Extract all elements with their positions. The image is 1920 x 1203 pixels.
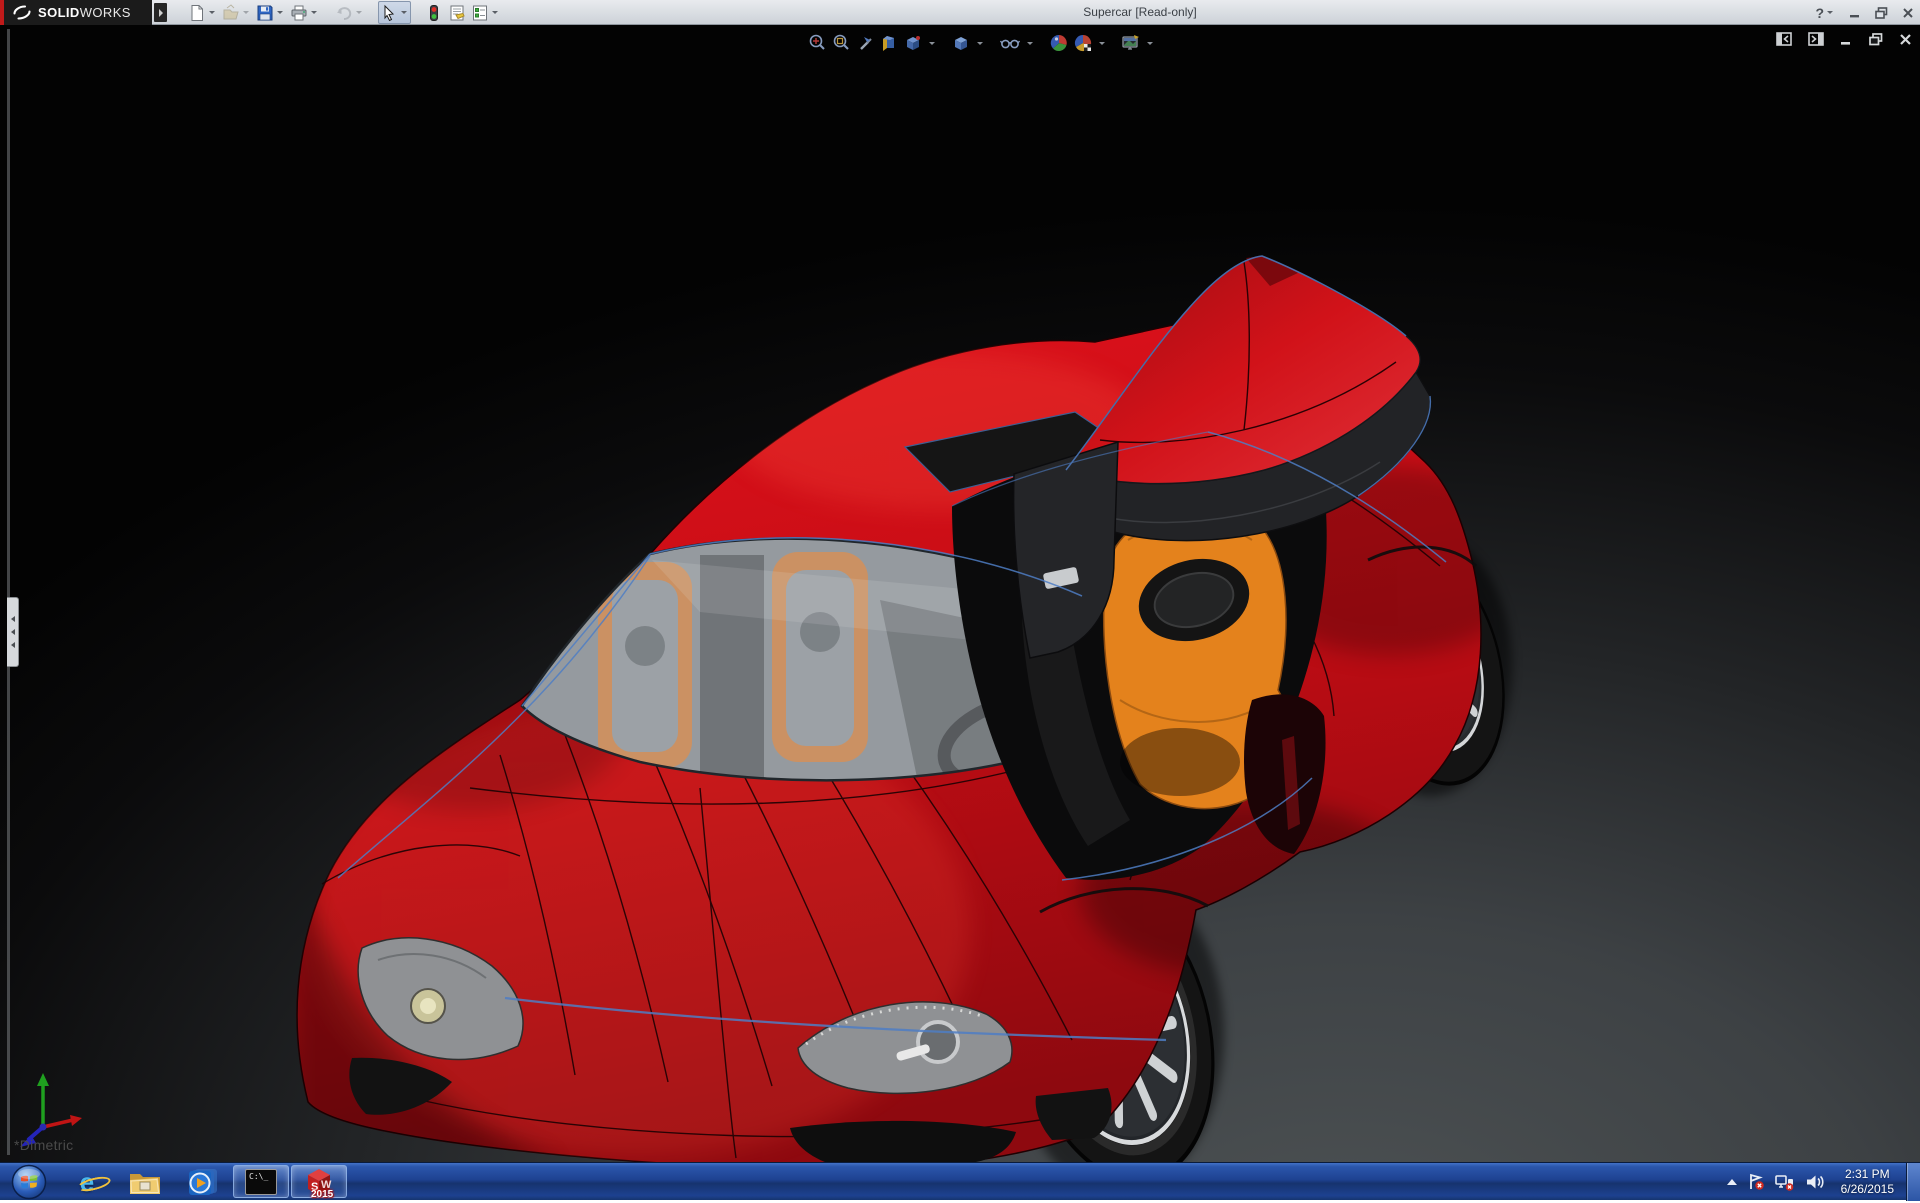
display-style-icon	[951, 33, 971, 53]
media-player-icon	[187, 1167, 219, 1197]
restore-icon	[1875, 7, 1888, 19]
feature-manager-collapse-tab[interactable]	[7, 597, 19, 667]
minimize-icon	[1849, 7, 1861, 19]
collapse-arrow-icon	[11, 616, 15, 622]
restore-button[interactable]	[1875, 7, 1888, 19]
collapse-left-pane-icon[interactable]	[1776, 32, 1792, 46]
rebuild-traffic-light-icon	[425, 4, 443, 22]
network-status-icon[interactable]	[1775, 1173, 1795, 1191]
solidworks-logo: SOLIDWORKS	[0, 0, 152, 25]
zoom-to-area-icon	[831, 33, 851, 53]
taskbar-clock[interactable]: 2:31 PM 6/26/2015	[1835, 1167, 1900, 1197]
windows-taskbar: e C:\_ S W 2015	[0, 1162, 1920, 1200]
solidworks-2015-icon: S W 2015	[302, 1166, 336, 1198]
command-prompt-button[interactable]: C:\_	[233, 1165, 289, 1198]
view-orientation-caret[interactable]	[929, 42, 935, 45]
logo-expander-button[interactable]	[154, 3, 167, 22]
close-button[interactable]	[1902, 7, 1914, 19]
help-button[interactable]: ?	[1815, 5, 1835, 21]
rebuild-button[interactable]	[423, 1, 445, 24]
view-orientation-icon	[903, 33, 923, 53]
undo-button[interactable]	[333, 1, 366, 24]
show-desktop-button[interactable]	[1906, 1163, 1920, 1201]
edit-appearance-icon	[1049, 33, 1069, 53]
command-prompt-icon: C:\_	[245, 1169, 277, 1195]
document-close-icon[interactable]	[1899, 33, 1912, 46]
action-center-flag-icon[interactable]	[1747, 1173, 1765, 1191]
display-style-caret[interactable]	[977, 42, 983, 45]
open-button[interactable]	[220, 1, 253, 24]
view-settings-button[interactable]	[1120, 32, 1142, 54]
section-view-button[interactable]	[878, 32, 900, 54]
hide-show-items-button[interactable]	[998, 32, 1022, 54]
section-view-icon	[879, 33, 899, 53]
new-document-icon	[188, 4, 206, 22]
right-intake-grille	[1036, 1088, 1112, 1140]
close-icon	[1902, 7, 1914, 19]
apply-scene-icon	[1073, 33, 1093, 53]
zoom-to-fit-icon	[807, 33, 827, 53]
feature-manager-splitter[interactable]	[7, 29, 10, 1155]
collapse-right-pane-icon[interactable]	[1808, 32, 1824, 46]
internet-explorer-button[interactable]: e	[59, 1165, 115, 1198]
apply-scene-button[interactable]	[1072, 32, 1094, 54]
options-icon	[471, 4, 489, 22]
titlebar: SOLIDWORKS	[0, 0, 1920, 25]
standard-toolbar	[186, 0, 502, 25]
solidworks-mark-icon	[10, 4, 34, 21]
apply-scene-caret[interactable]	[1099, 42, 1105, 45]
windows-explorer-button[interactable]	[117, 1165, 173, 1198]
document-window-controls	[1776, 32, 1912, 46]
zoom-to-area-button[interactable]	[830, 32, 852, 54]
view-settings-caret[interactable]	[1147, 42, 1153, 45]
eyeglasses-icon	[999, 33, 1021, 53]
minimize-button[interactable]	[1849, 7, 1861, 19]
media-player-button[interactable]	[175, 1165, 231, 1198]
heads-up-toolbar	[806, 31, 1156, 55]
start-button[interactable]	[1, 1165, 57, 1198]
new-document-button[interactable]	[186, 1, 219, 24]
select-cursor-icon	[380, 4, 398, 22]
print-button[interactable]	[288, 1, 321, 24]
clock-time: 2:31 PM	[1841, 1167, 1894, 1182]
supercar-3d-model	[0, 25, 1920, 1162]
document-restore-icon[interactable]	[1869, 33, 1883, 46]
previous-view-button[interactable]	[854, 32, 876, 54]
view-settings-icon	[1121, 33, 1141, 53]
show-hidden-icons-button[interactable]	[1727, 1179, 1737, 1185]
file-properties-icon	[448, 4, 466, 22]
solidworks-button[interactable]: S W 2015	[291, 1165, 347, 1198]
view-orientation-button[interactable]	[902, 32, 924, 54]
folder-icon	[128, 1168, 162, 1196]
system-tray: 2:31 PM 6/26/2015	[1727, 1163, 1904, 1200]
open-icon	[222, 4, 240, 22]
internet-explorer-icon: e	[80, 1169, 94, 1195]
clock-date: 6/26/2015	[1841, 1182, 1894, 1197]
collapse-arrow-icon	[11, 629, 15, 635]
hide-show-items-caret[interactable]	[1027, 42, 1033, 45]
document-minimize-icon[interactable]	[1840, 33, 1853, 46]
save-button[interactable]	[254, 1, 287, 24]
center-grille	[790, 1121, 1016, 1162]
undo-icon	[335, 4, 353, 22]
display-style-button[interactable]	[950, 32, 972, 54]
volume-icon[interactable]	[1805, 1173, 1825, 1191]
logo-red-sliver	[0, 0, 4, 25]
document-title: Supercar [Read-only]	[1083, 0, 1196, 25]
select-button[interactable]	[378, 1, 411, 24]
file-properties-button[interactable]	[446, 1, 468, 24]
edit-appearance-button[interactable]	[1048, 32, 1070, 54]
graphics-area[interactable]: *Dimetric	[0, 25, 1920, 1162]
previous-view-icon	[855, 33, 875, 53]
windows-start-orb-icon	[11, 1164, 47, 1200]
collapse-arrow-icon	[11, 642, 15, 648]
expander-arrow-icon	[159, 9, 163, 17]
zoom-to-fit-button[interactable]	[806, 32, 828, 54]
save-icon	[256, 4, 274, 22]
options-button[interactable]	[469, 1, 502, 24]
brand-text: SOLIDWORKS	[38, 5, 131, 20]
view-orientation-label: *Dimetric	[14, 1137, 73, 1153]
print-icon	[290, 4, 308, 22]
